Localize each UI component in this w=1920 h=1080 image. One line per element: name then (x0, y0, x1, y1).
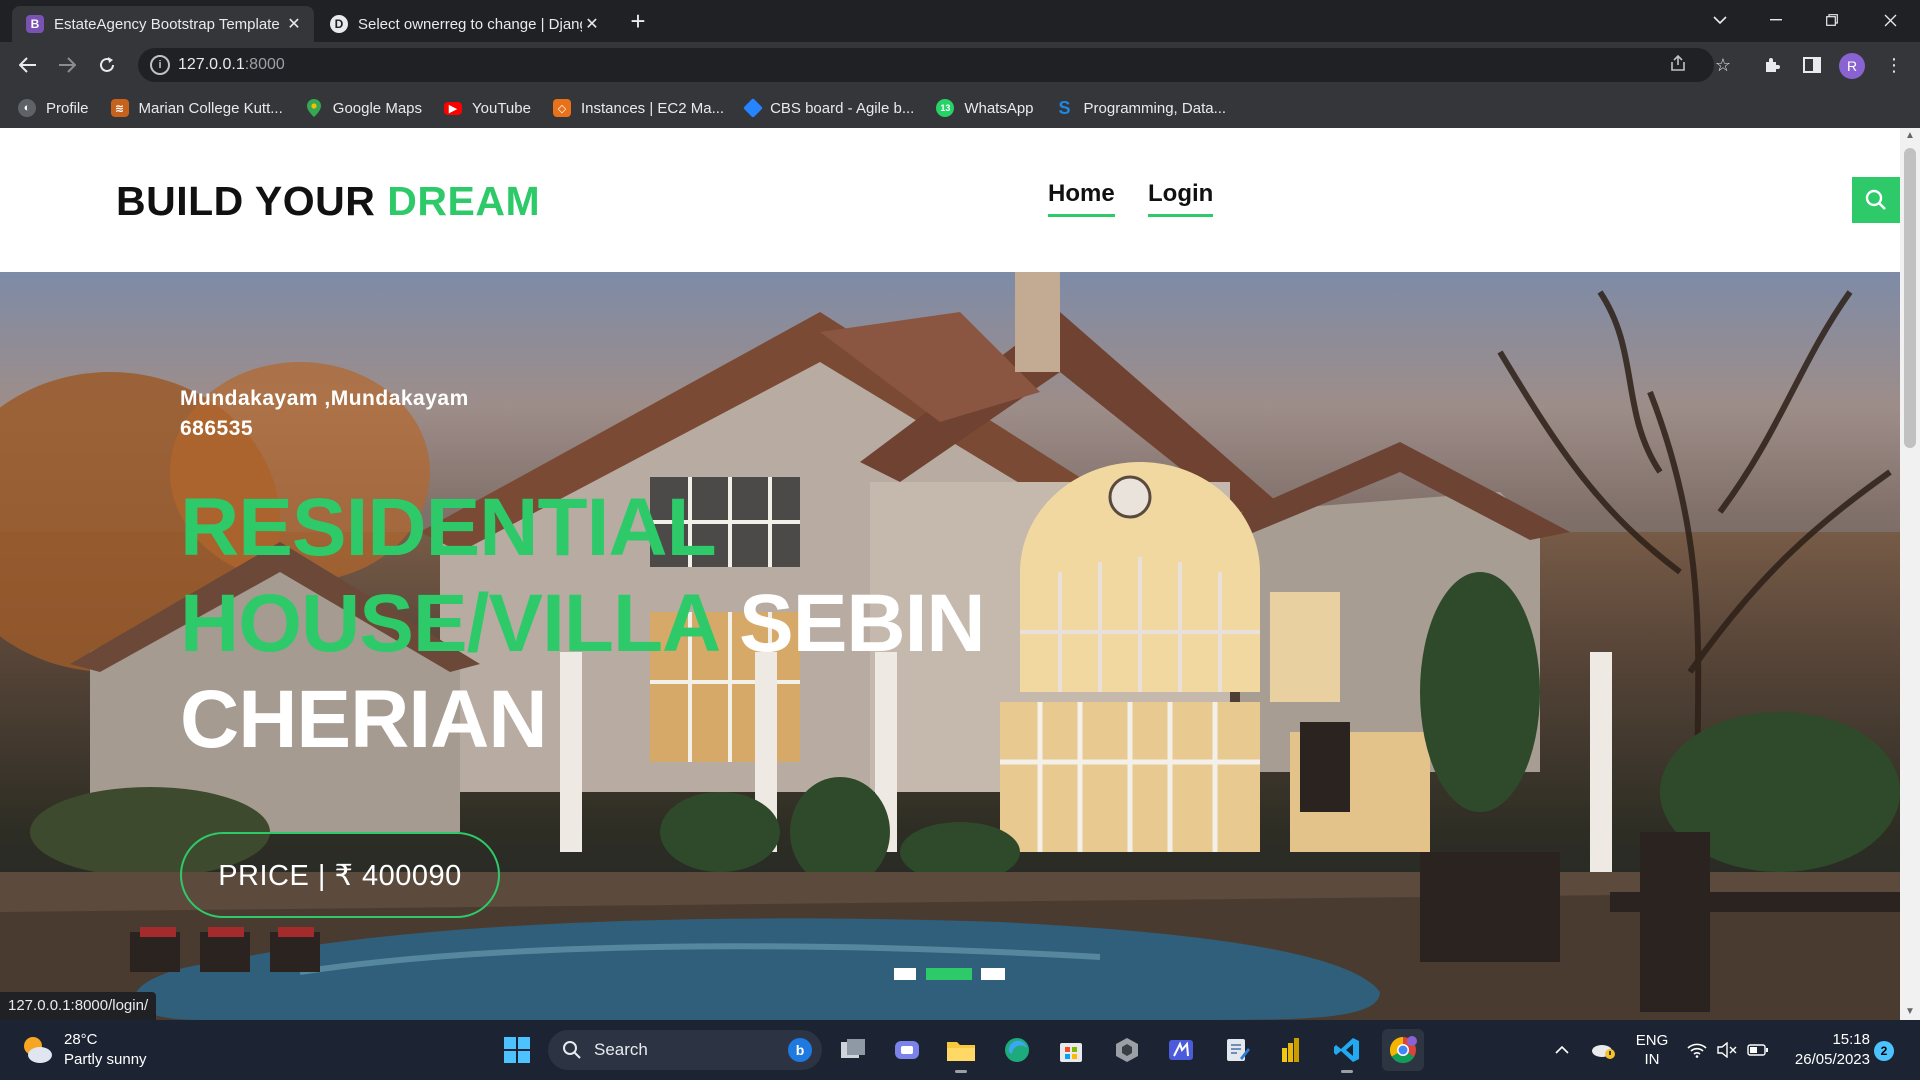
bookmark-profile[interactable]: ◐ Profile (18, 99, 89, 117)
close-window-button[interactable] (1862, 0, 1918, 40)
bootstrap-favicon-icon: B (26, 15, 44, 33)
bookmarks-bar: ◐ Profile ≋ Marian College Kutt... Googl… (0, 88, 1920, 128)
scroll-up-arrow-icon[interactable]: ▲ (1900, 128, 1920, 144)
chrome-menu-icon[interactable]: ⋮ (1880, 51, 1908, 79)
taskbar-clock[interactable]: 15:18 26/05/2023 (1778, 1030, 1870, 1070)
close-tab-icon[interactable]: ✕ (582, 14, 602, 34)
property-location: Mundakayam ,Mundakayam 686535 (180, 387, 469, 440)
task-view-icon[interactable] (832, 1029, 874, 1071)
weather-temp: 28°C (64, 1031, 98, 1048)
bookmark-google-maps[interactable]: Google Maps (305, 99, 422, 117)
bookmark-cbs-board[interactable]: CBS board - Agile b... (743, 98, 914, 118)
page-scrollbar[interactable]: ▲ ▼ (1900, 128, 1920, 1020)
clock-time: 15:18 (1832, 1031, 1870, 1048)
tab-search-chevron-icon[interactable] (1692, 0, 1748, 40)
show-hidden-icons-chevron-icon[interactable] (1548, 1020, 1576, 1080)
start-button[interactable] (496, 1029, 538, 1071)
vmware-icon[interactable] (1160, 1029, 1202, 1071)
bookmark-programming[interactable]: S Programming, Data... (1056, 97, 1227, 118)
browser-toolbar: i 127.0.0.1:8000 ☆ R ⋮ (0, 42, 1920, 88)
profile-avatar[interactable]: R (1839, 53, 1865, 79)
teams-chat-icon[interactable] (886, 1029, 928, 1071)
new-tab-button[interactable]: + (624, 8, 652, 36)
bookmark-marian-college[interactable]: ≋ Marian College Kutt... (110, 99, 283, 117)
notification-badge[interactable]: 2 (1874, 1041, 1894, 1061)
windows-logo-icon (504, 1037, 530, 1063)
search-icon (563, 1041, 581, 1059)
onedrive-warning-icon[interactable] (1588, 1020, 1618, 1080)
extensions-icon[interactable] (1758, 51, 1786, 79)
site-info-icon[interactable]: i (150, 55, 170, 75)
volume-muted-icon[interactable] (1714, 1020, 1740, 1080)
s-icon: S (1058, 97, 1071, 118)
forward-button[interactable] (51, 49, 83, 81)
django-favicon-icon: D (330, 15, 348, 33)
bookmark-whatsapp[interactable]: 13 WhatsApp (936, 99, 1034, 117)
taskbar-search-label: Search (594, 1040, 648, 1059)
battery-icon[interactable] (1744, 1020, 1772, 1080)
side-panel-icon[interactable] (1798, 51, 1826, 79)
site-header: BUILD YOUR DREAM Home Login (0, 128, 1900, 272)
price-button[interactable]: PRICE | ₹ 400090 (180, 832, 500, 918)
share-icon[interactable] (1666, 54, 1690, 78)
weather-widget[interactable]: 28°C Partly sunny (20, 1030, 147, 1070)
carousel-dot-2[interactable] (926, 968, 972, 980)
property-title: RESIDENTIAL HOUSE/VILLA SEBIN CHERIAN (180, 482, 986, 765)
youtube-icon: ▶ (444, 101, 462, 115)
link-status-bubble: 127.0.0.1:8000/login/ (0, 992, 157, 1020)
address-bar[interactable]: i 127.0.0.1:8000 (138, 48, 1714, 82)
close-tab-icon[interactable]: ✕ (284, 14, 304, 34)
carousel-dot-1[interactable] (894, 968, 916, 980)
scroll-thumb[interactable] (1904, 148, 1916, 448)
nav-login-link[interactable]: Login (1148, 180, 1214, 217)
browser-tab-strip: B EstateAgency Bootstrap Template ✕ D Se… (0, 0, 1920, 42)
windows-taskbar: 28°C Partly sunny Search b ENG IN 15:18 … (0, 1020, 1920, 1080)
bookmark-aws-ec2[interactable]: ◇ Instances | EC2 Ma... (552, 99, 724, 117)
vscode-icon[interactable] (1326, 1029, 1368, 1073)
taskbar-search-box[interactable]: Search b (548, 1030, 822, 1070)
aws-icon: ◇ (552, 99, 571, 117)
scroll-down-arrow-icon[interactable]: ▼ (1900, 1004, 1920, 1020)
maps-icon (305, 99, 323, 117)
notepad-icon[interactable] (1216, 1029, 1258, 1071)
hero-carousel: Mundakayam ,Mundakayam 686535 RESIDENTIA… (0, 272, 1900, 1020)
clock-date: 26/05/2023 (1794, 1051, 1870, 1068)
site-search-button[interactable] (1852, 177, 1900, 223)
address-url: 127.0.0.1:8000 (178, 56, 285, 73)
site-brand-logo[interactable]: BUILD YOUR DREAM (116, 178, 540, 225)
language-indicator[interactable]: ENG IN (1630, 1020, 1674, 1080)
partly-sunny-icon (20, 1033, 54, 1067)
file-explorer-icon[interactable] (940, 1029, 982, 1073)
tab-estateagency[interactable]: B EstateAgency Bootstrap Template ✕ (12, 6, 314, 42)
search-icon (1865, 189, 1886, 210)
tab-django-admin[interactable]: D Select ownerreg to change | Django sit… (316, 6, 612, 42)
reload-button[interactable] (91, 49, 123, 81)
jira-icon (743, 98, 763, 118)
tab-title: EstateAgency Bootstrap Template (54, 15, 280, 33)
college-icon: ≋ (110, 99, 129, 117)
bookmark-youtube[interactable]: ▶ YouTube (444, 100, 531, 117)
carousel-dot-3[interactable] (981, 968, 1005, 980)
weather-desc: Partly sunny (64, 1051, 147, 1068)
chrome-icon[interactable] (1382, 1029, 1424, 1071)
power-bi-icon[interactable] (1270, 1029, 1312, 1071)
microsoft-store-icon[interactable] (1050, 1029, 1092, 1071)
nav-home-link[interactable]: Home (1048, 180, 1115, 217)
globe-icon: ◐ (18, 99, 36, 117)
edge-icon[interactable] (996, 1029, 1038, 1071)
bookmark-star-icon[interactable]: ☆ (1709, 51, 1737, 79)
wifi-icon[interactable] (1684, 1020, 1710, 1080)
unity-hub-icon[interactable] (1106, 1029, 1148, 1071)
minimize-button[interactable] (1748, 0, 1804, 40)
whatsapp-icon: 13 (936, 99, 955, 117)
page-viewport: BUILD YOUR DREAM Home Login Mundakayam ,… (0, 128, 1920, 1020)
tab-title: Select ownerreg to change | Django site … (358, 15, 582, 33)
bing-icon[interactable]: b (788, 1038, 812, 1062)
restore-button[interactable] (1804, 0, 1860, 40)
back-button[interactable] (12, 49, 44, 81)
